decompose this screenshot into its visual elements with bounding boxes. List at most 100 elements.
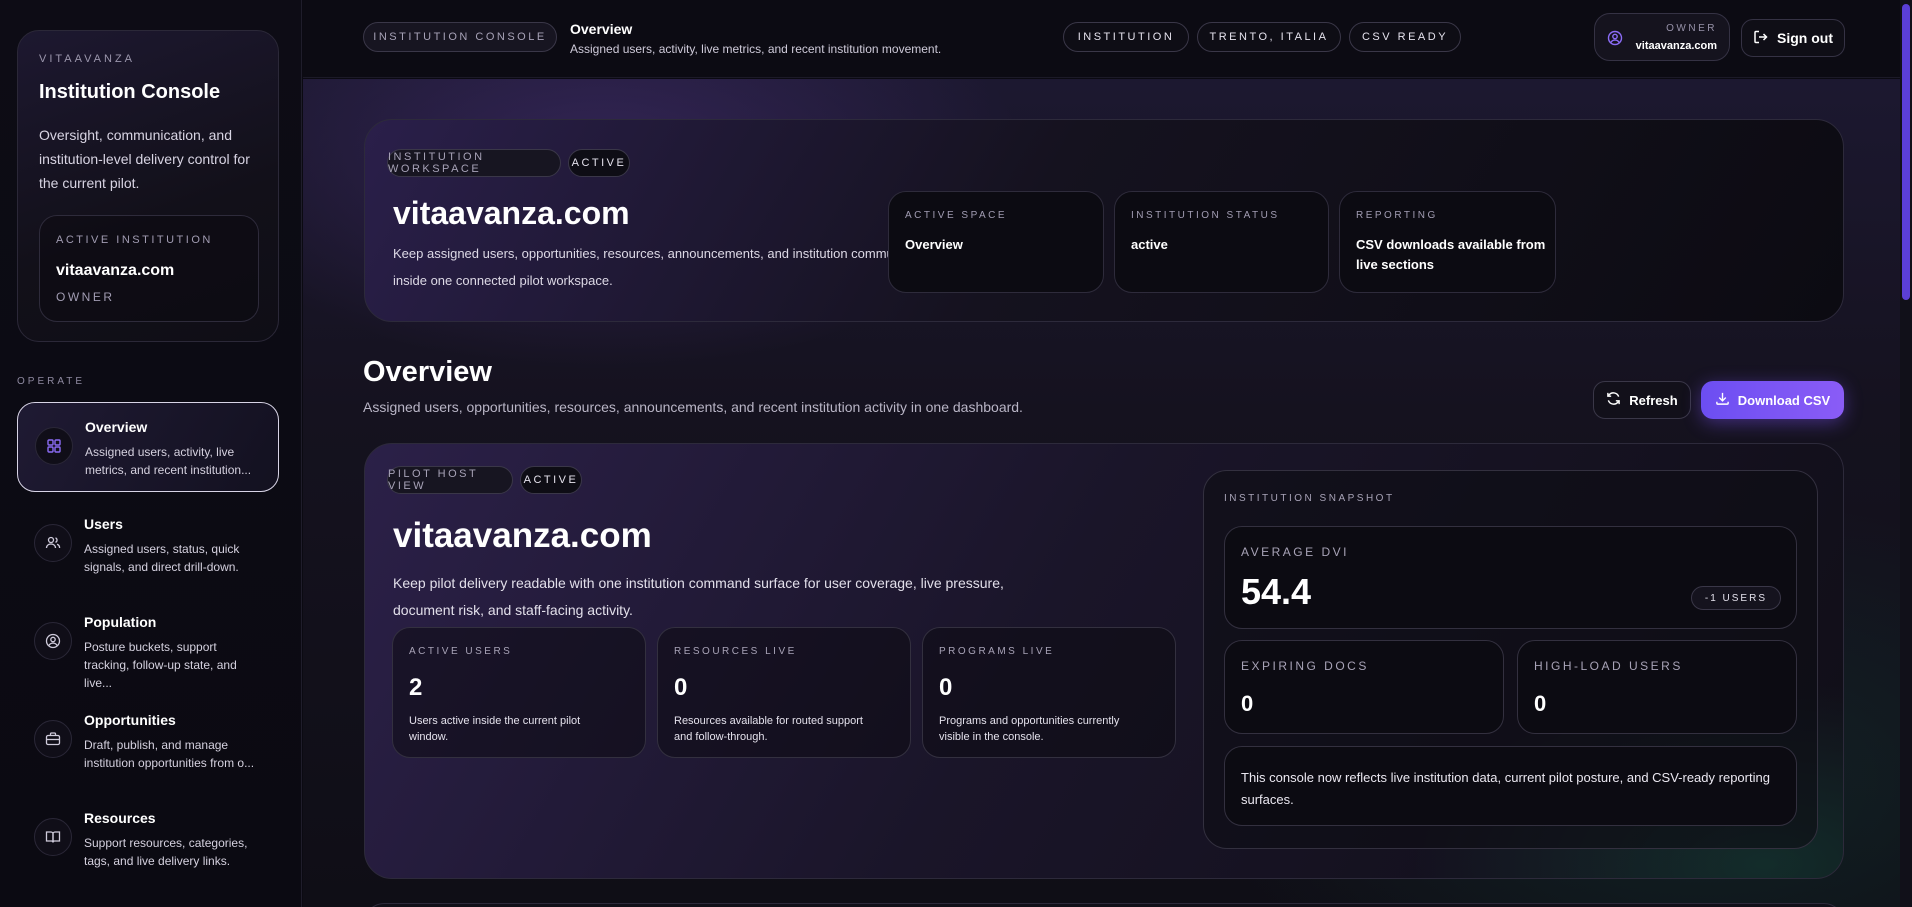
refresh-button[interactable]: Refresh [1593, 381, 1691, 419]
metric-value: 2 [409, 674, 423, 701]
stat-reporting: REPORTING CSV downloads available from l… [1339, 191, 1556, 293]
active-institution-name: vitaavanza.com [56, 262, 175, 279]
metric-programs-live: PROGRAMS LIVE 0 Programs and opportuniti… [922, 627, 1176, 758]
sidebar: VITAAVANZA Institution Console Oversight… [0, 0, 302, 907]
brand-card: VITAAVANZA Institution Console Oversight… [17, 30, 279, 342]
page-subtitle: Assigned users, activity, live metrics, … [570, 42, 942, 56]
user-circle-icon [34, 622, 72, 660]
sidebar-item-desc: Draft, publish, and manage institution o… [84, 738, 255, 770]
main-content: INSTITUTION WORKSPACE ACTIVE vitaavanza.… [303, 79, 1900, 907]
status-badge: ACTIVE [568, 149, 630, 177]
stat-active-space: ACTIVE SPACE Overview [888, 191, 1104, 293]
logout-icon [1753, 29, 1769, 48]
expiring-docs-label: EXPIRING DOCS [1241, 659, 1369, 673]
scrollbar-thumb[interactable] [1902, 4, 1910, 300]
sidebar-item-title: Overview [85, 419, 148, 435]
sidebar-item-population[interactable]: Population Posture buckets, support trac… [17, 598, 279, 690]
brand-title: Institution Console [39, 81, 221, 103]
sidebar-item-opportunities[interactable]: Opportunities Draft, publish, and manage… [17, 696, 279, 786]
metric-label: PROGRAMS LIVE [939, 646, 1055, 657]
metric-value: 0 [939, 674, 953, 701]
average-dvi-value: 54.4 [1241, 571, 1312, 612]
expiring-docs-card: EXPIRING DOCS 0 [1224, 640, 1504, 734]
section-subtitle: Assigned users, opportunities, resources… [363, 399, 1023, 415]
console-pill: INSTITUTION CONSOLE [363, 22, 557, 52]
download-csv-button[interactable]: Download CSV [1701, 381, 1844, 419]
grid-icon [35, 427, 73, 465]
snapshot-note-card: This console now reflects live instituti… [1224, 746, 1797, 826]
stat-label: INSTITUTION STATUS [1131, 210, 1280, 221]
owner-name: vitaavanza.com [1635, 40, 1717, 52]
pilot-host-pill: PILOT HOST VIEW [387, 466, 513, 494]
workspace-title: vitaavanza.com [393, 195, 630, 231]
sidebar-item-resources[interactable]: Resources Support resources, categories,… [17, 794, 279, 884]
active-institution-box: ACTIVE INSTITUTION vitaavanza.com OWNER [39, 215, 259, 322]
snapshot-label: INSTITUTION SNAPSHOT [1224, 493, 1395, 504]
sidebar-item-desc: Posture buckets, support tracking, follo… [84, 640, 237, 690]
users-icon [34, 524, 72, 562]
nav-section-label: OPERATE [17, 376, 86, 387]
metric-label: RESOURCES LIVE [674, 646, 797, 657]
institution-snapshot: INSTITUTION SNAPSHOT AVERAGE DVI 54.4 -1… [1203, 470, 1818, 849]
workspace-hero-card: INSTITUTION WORKSPACE ACTIVE vitaavanza.… [364, 119, 1844, 322]
refresh-icon [1606, 391, 1621, 409]
refresh-label: Refresh [1629, 392, 1678, 408]
scrollbar[interactable] [1900, 0, 1912, 907]
stat-value: Overview [905, 237, 963, 252]
top-bar: INSTITUTION CONSOLE Overview Assigned us… [303, 0, 1900, 78]
active-institution-label: ACTIVE INSTITUTION [56, 234, 213, 246]
average-dvi-label: AVERAGE DVI [1241, 545, 1349, 559]
book-icon [34, 818, 72, 856]
average-dvi-card: AVERAGE DVI 54.4 -1 USERS [1224, 526, 1797, 629]
sidebar-item-overview[interactable]: Overview Assigned users, activity, live … [17, 402, 279, 492]
high-load-users-card: HIGH-LOAD USERS 0 [1517, 640, 1797, 734]
tag-location: TRENTO, ITALIA [1197, 22, 1341, 52]
stat-label: REPORTING [1356, 210, 1438, 221]
metric-resources-live: RESOURCES LIVE 0 Resources available for… [657, 627, 911, 758]
tag-institution: INSTITUTION [1063, 22, 1189, 52]
sidebar-item-desc: Support resources, categories, tags, and… [84, 836, 248, 868]
stat-label: ACTIVE SPACE [905, 210, 1008, 221]
workspace-pill: INSTITUTION WORKSPACE [387, 149, 561, 177]
high-load-users-label: HIGH-LOAD USERS [1534, 659, 1683, 673]
user-circle-icon [1607, 30, 1623, 51]
owner-label: OWNER [1666, 23, 1717, 34]
host-title: vitaavanza.com [393, 516, 652, 555]
active-institution-role: OWNER [56, 290, 115, 304]
metric-label: ACTIVE USERS [409, 646, 513, 657]
sidebar-item-title: Users [84, 516, 123, 532]
tag-csv-ready: CSV READY [1349, 22, 1461, 52]
metric-description: Resources available for routed support a… [674, 715, 863, 743]
metric-description: Users active inside the current pilot wi… [409, 715, 581, 743]
page-title: Overview [570, 21, 633, 37]
sidebar-item-title: Population [84, 614, 157, 630]
stat-value: active [1131, 237, 1168, 252]
host-description: Keep pilot delivery readable with one in… [393, 575, 1004, 618]
users-delta-badge: -1 USERS [1690, 586, 1781, 610]
high-load-users-value: 0 [1534, 691, 1547, 716]
metric-description: Programs and opportunities currently vis… [939, 715, 1120, 743]
sidebar-item-desc: Assigned users, status, quick signals, a… [84, 542, 240, 574]
sidebar-item-users[interactable]: Users Assigned users, status, quick sign… [17, 500, 279, 590]
owner-chip[interactable]: OWNER vitaavanza.com [1594, 13, 1730, 61]
sidebar-item-title: Resources [84, 810, 156, 826]
workspace-description: Keep assigned users, opportunities, reso… [393, 246, 939, 288]
brand-description: Oversight, communication, and institutio… [39, 127, 250, 191]
stat-value: CSV downloads available from live sectio… [1356, 237, 1546, 272]
next-card-edge [364, 903, 1844, 907]
pilot-host-card: PILOT HOST VIEW ACTIVE vitaavanza.com Ke… [364, 443, 1844, 879]
briefcase-icon [34, 720, 72, 758]
download-csv-label: Download CSV [1737, 392, 1831, 408]
sidebar-item-title: Opportunities [84, 712, 176, 728]
sign-out-label: Sign out [1777, 30, 1833, 46]
snapshot-note: This console now reflects live instituti… [1241, 770, 1770, 807]
brand-kicker: VITAAVANZA [39, 53, 136, 65]
status-badge: ACTIVE [520, 466, 582, 494]
sign-out-button[interactable]: Sign out [1741, 19, 1845, 57]
metric-value: 0 [674, 674, 688, 701]
metric-active-users: ACTIVE USERS 2 Users active inside the c… [392, 627, 646, 758]
expiring-docs-value: 0 [1241, 691, 1254, 716]
section-title: Overview [363, 356, 492, 388]
sidebar-item-desc: Assigned users, activity, live metrics, … [85, 445, 252, 477]
stat-institution-status: INSTITUTION STATUS active [1114, 191, 1329, 293]
